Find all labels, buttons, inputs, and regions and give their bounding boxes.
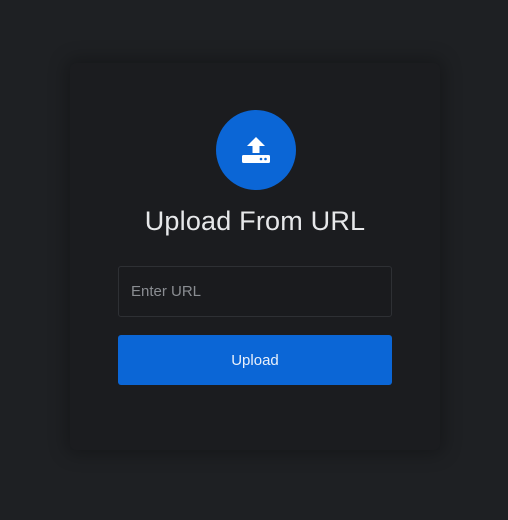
page-title: Upload From URL xyxy=(144,206,366,236)
url-input[interactable] xyxy=(118,266,392,317)
upload-to-drive-icon xyxy=(242,137,270,163)
page-background: Upload From URL Upload xyxy=(0,0,508,520)
upload-card: Upload From URL Upload xyxy=(70,63,440,450)
upload-icon-badge xyxy=(216,110,296,190)
upload-button[interactable]: Upload xyxy=(118,335,392,385)
